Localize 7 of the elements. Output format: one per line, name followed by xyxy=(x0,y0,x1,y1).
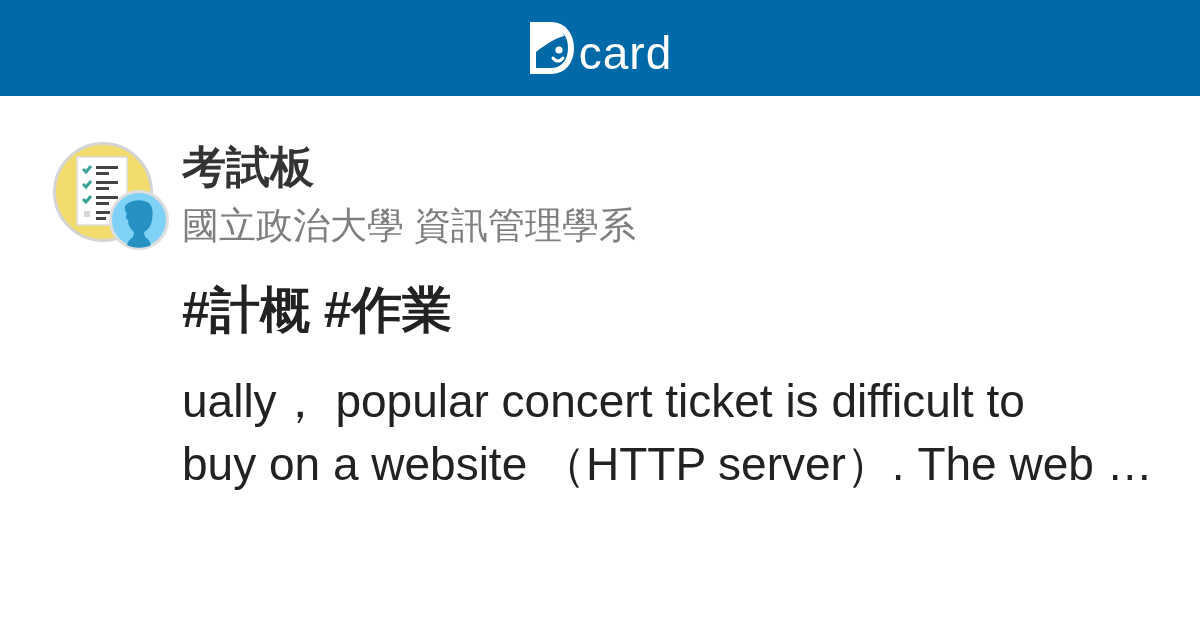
user-silhouette-icon xyxy=(109,190,169,250)
post-excerpt: ually， popular concert ticket is difficult to buy on a website （HTTP server）. The web … xyxy=(182,374,1154,492)
board-name: 考試板 xyxy=(182,142,315,192)
face-logo-icon xyxy=(529,22,574,74)
school-department: 國立政治大學 資訊管理學系 xyxy=(182,204,637,248)
logo-text: card xyxy=(578,30,673,76)
post-title: #計概 #作業 xyxy=(182,281,453,340)
